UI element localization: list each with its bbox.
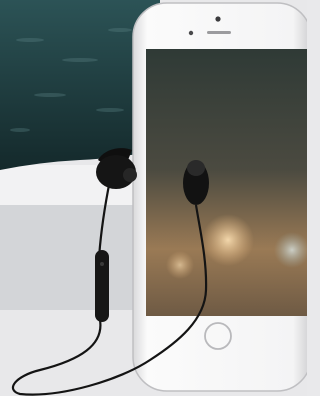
phone-screen (146, 49, 307, 316)
bokeh-light-small (166, 251, 194, 279)
eartip-left (123, 168, 137, 182)
product-photo-svg (0, 0, 307, 396)
inline-remote (95, 250, 109, 322)
speaker-slot (207, 31, 231, 34)
eartip-right (187, 160, 205, 176)
bokeh-light (202, 214, 254, 266)
front-camera (215, 16, 221, 22)
remote-button (100, 262, 104, 266)
smartphone (132, 2, 307, 392)
sensor (188, 30, 194, 36)
product-photo (0, 0, 307, 396)
